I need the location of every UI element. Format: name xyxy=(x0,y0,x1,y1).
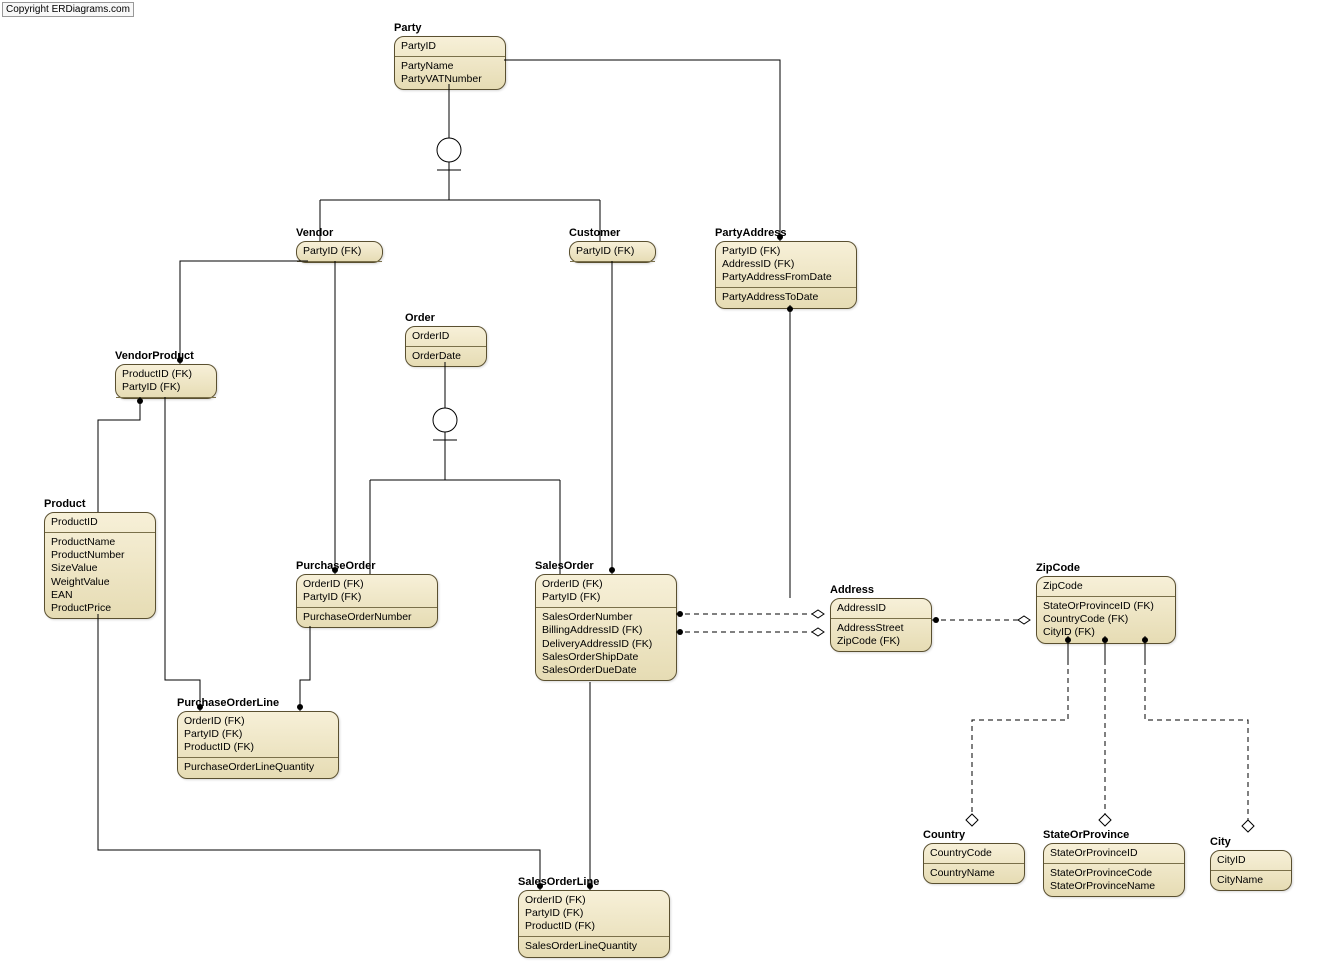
stateorprovince-attr: StateOrProvinceCode xyxy=(1050,867,1178,880)
salesorder-entity: OrderID (FK) PartyID (FK) SalesOrderNumb… xyxy=(535,574,677,681)
vendorproduct-entity: ProductID (FK) PartyID (FK) xyxy=(115,364,217,399)
purchaseorder-entity: OrderID (FK) PartyID (FK) PurchaseOrderN… xyxy=(296,574,438,628)
address-key: AddressID xyxy=(837,602,925,615)
salesorder-key: OrderID (FK) xyxy=(542,578,670,591)
party-title: Party xyxy=(394,22,422,34)
vendorproduct-key: PartyID (FK) xyxy=(122,381,210,394)
salesorder-attr: BillingAddressID (FK) xyxy=(542,624,670,637)
order-key: OrderID xyxy=(412,330,480,343)
address-attr: ZipCode (FK) xyxy=(837,635,925,648)
product-attr: SizeValue xyxy=(51,562,149,575)
customer-title: Customer xyxy=(569,227,620,239)
vendor-entity: PartyID (FK) xyxy=(296,241,383,263)
country-title: Country xyxy=(923,829,965,841)
vendorproduct-title: VendorProduct xyxy=(115,350,194,362)
product-attr: EAN xyxy=(51,589,149,602)
address-entity: AddressID AddressStreet ZipCode (FK) xyxy=(830,598,932,652)
vendor-key: PartyID (FK) xyxy=(303,245,376,258)
vendor-title: Vendor xyxy=(296,227,333,239)
party-key: PartyID xyxy=(401,40,499,53)
product-attr: ProductName xyxy=(51,536,149,549)
purchaseorderline-key: PartyID (FK) xyxy=(184,728,332,741)
salesorderline-key: ProductID (FK) xyxy=(525,920,663,933)
stateorprovince-attr: StateOrProvinceName xyxy=(1050,880,1178,893)
salesorder-title: SalesOrder xyxy=(535,560,594,572)
connector-layer: Address (dashed, two lines with diamonds… xyxy=(0,0,1321,966)
address-attr: AddressStreet xyxy=(837,622,925,635)
partyaddress-key: AddressID (FK) xyxy=(722,258,850,271)
purchaseorderline-key: ProductID (FK) xyxy=(184,741,332,754)
purchaseorderline-title: PurchaseOrderLine xyxy=(177,697,279,709)
order-title: Order xyxy=(405,312,435,324)
salesorder-key: PartyID (FK) xyxy=(542,591,670,604)
product-attr: ProductNumber xyxy=(51,549,149,562)
salesorderline-attr: SalesOrderLineQuantity xyxy=(525,940,663,953)
product-attr: WeightValue xyxy=(51,576,149,589)
vendorproduct-key: ProductID (FK) xyxy=(122,368,210,381)
country-entity: CountryCode CountryName xyxy=(923,843,1025,884)
zipcode-key: ZipCode xyxy=(1043,580,1169,593)
salesorder-attr: SalesOrderNumber xyxy=(542,611,670,624)
product-title: Product xyxy=(44,498,86,510)
party-entity: PartyID PartyName PartyVATNumber xyxy=(394,36,506,90)
stateorprovince-key: StateOrProvinceID xyxy=(1050,847,1178,860)
party-attr: PartyName xyxy=(401,60,499,73)
salesorder-attr: SalesOrderDueDate xyxy=(542,664,670,677)
copyright-label: Copyright ERDiagrams.com xyxy=(2,2,134,17)
purchaseorder-key: PartyID (FK) xyxy=(303,591,431,604)
salesorderline-key: PartyID (FK) xyxy=(525,907,663,920)
stateorprovince-entity: StateOrProvinceID StateOrProvinceCode St… xyxy=(1043,843,1185,897)
product-attr: ProductPrice xyxy=(51,602,149,615)
purchaseorder-attr: PurchaseOrderNumber xyxy=(303,611,431,624)
partyaddress-entity: PartyID (FK) AddressID (FK) PartyAddress… xyxy=(715,241,857,309)
partyaddress-title: PartyAddress xyxy=(715,227,787,239)
purchaseorderline-key: OrderID (FK) xyxy=(184,715,332,728)
zipcode-attr: CountryCode (FK) xyxy=(1043,613,1169,626)
salesorderline-key: OrderID (FK) xyxy=(525,894,663,907)
city-key: CityID xyxy=(1217,854,1285,867)
salesorderline-entity: OrderID (FK) PartyID (FK) ProductID (FK)… xyxy=(518,890,670,958)
partyaddress-key: PartyID (FK) xyxy=(722,245,850,258)
purchaseorderline-entity: OrderID (FK) PartyID (FK) ProductID (FK)… xyxy=(177,711,339,779)
country-attr: CountryName xyxy=(930,867,1018,880)
zipcode-attr: StateOrProvinceID (FK) xyxy=(1043,600,1169,613)
purchaseorderline-attr: PurchaseOrderLineQuantity xyxy=(184,761,332,774)
order-entity: OrderID OrderDate xyxy=(405,326,487,367)
zipcode-title: ZipCode xyxy=(1036,562,1080,574)
salesorder-attr: DeliveryAddressID (FK) xyxy=(542,638,670,651)
purchaseorder-title: PurchaseOrder xyxy=(296,560,375,572)
zipcode-attr: CityID (FK) xyxy=(1043,626,1169,639)
customer-entity: PartyID (FK) xyxy=(569,241,656,263)
product-key: ProductID xyxy=(51,516,149,529)
address-title: Address xyxy=(830,584,874,596)
party-attr: PartyVATNumber xyxy=(401,73,499,86)
zipcode-entity: ZipCode StateOrProvinceID (FK) CountryCo… xyxy=(1036,576,1176,644)
partyaddress-attr: PartyAddressToDate xyxy=(722,291,850,304)
purchaseorder-key: OrderID (FK) xyxy=(303,578,431,591)
stateorprovince-title: StateOrProvince xyxy=(1043,829,1129,841)
city-title: City xyxy=(1210,836,1231,848)
country-key: CountryCode xyxy=(930,847,1018,860)
city-entity: CityID CityName xyxy=(1210,850,1292,891)
salesorderline-title: SalesOrderLine xyxy=(518,876,599,888)
salesorder-attr: SalesOrderShipDate xyxy=(542,651,670,664)
order-attr: OrderDate xyxy=(412,350,480,363)
partyaddress-key: PartyAddressFromDate xyxy=(722,271,850,284)
customer-key: PartyID (FK) xyxy=(576,245,649,258)
product-entity: ProductID ProductName ProductNumber Size… xyxy=(44,512,156,619)
city-attr: CityName xyxy=(1217,874,1285,887)
